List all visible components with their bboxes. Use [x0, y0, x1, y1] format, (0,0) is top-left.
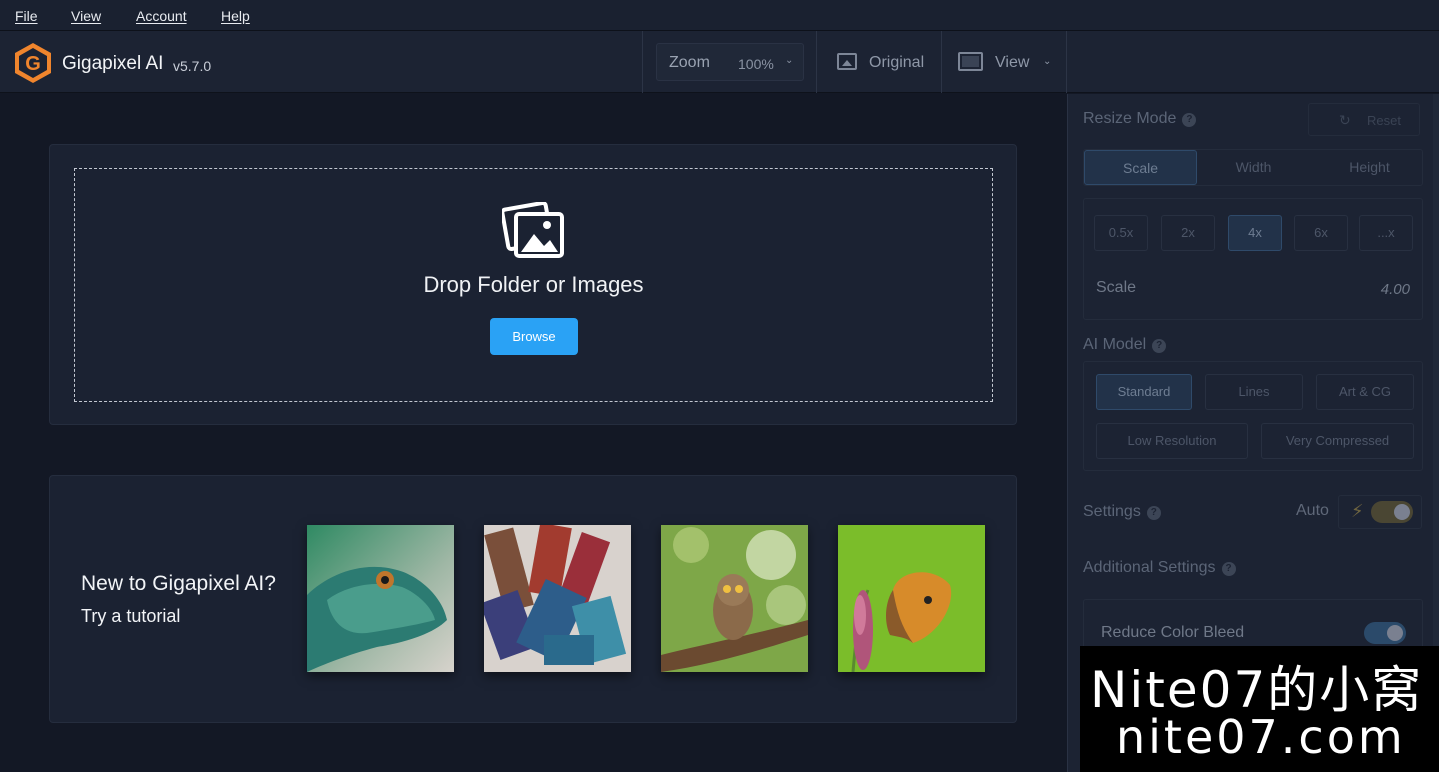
help-icon[interactable]: ? [1146, 506, 1161, 520]
app-header: G Gigapixel AI v5.7.0 Zoom 100% ⌄ Origin… [0, 31, 1439, 93]
scale-chip-2x[interactable]: 2x [1161, 215, 1215, 251]
model-lines[interactable]: Lines [1205, 374, 1303, 410]
tutorial-thumb-butterfly[interactable] [838, 525, 985, 672]
menu-bar: File View Account Help [0, 0, 1439, 31]
help-icon[interactable]: ? [1182, 113, 1197, 127]
tutorial-thumb-owl[interactable] [661, 525, 808, 672]
resize-mode-title: Resize Mode? [1083, 110, 1197, 128]
tutorial-thumb-lizard[interactable] [307, 525, 454, 672]
reset-button[interactable]: ↻ Reset [1308, 103, 1420, 136]
image-icon [837, 53, 857, 70]
tutorial-title: New to Gigapixel AI? [81, 572, 276, 595]
tutorial-card: New to Gigapixel AI? Try a tutorial [49, 475, 1017, 723]
scale-chip-custom[interactable]: ...x [1359, 215, 1413, 251]
model-art-cg[interactable]: Art & CG [1316, 374, 1414, 410]
watermark-line2: nite07.com [1116, 710, 1406, 764]
menu-view[interactable]: View [71, 8, 101, 24]
zoom-label: Zoom [669, 54, 710, 71]
auto-settings-control: ⚡ [1338, 495, 1422, 529]
model-low-resolution[interactable]: Low Resolution [1096, 423, 1248, 459]
scale-chip-4x[interactable]: 4x [1228, 215, 1282, 251]
menu-help[interactable]: Help [221, 8, 250, 24]
zoom-dropdown[interactable]: Zoom 100% ⌄ [656, 43, 804, 81]
mode-height[interactable]: Height [1313, 150, 1426, 185]
chevron-down-icon: ⌄ [1043, 56, 1052, 67]
drop-instructions: Drop Folder or Images [423, 272, 644, 297]
mode-scale[interactable]: Scale [1084, 150, 1197, 185]
auto-toggle[interactable] [1371, 501, 1413, 523]
additional-settings-title: Additional Settings? [1083, 559, 1236, 577]
model-standard[interactable]: Standard [1096, 374, 1192, 410]
app-version: v5.7.0 [173, 58, 212, 74]
reduce-color-bleed-label: Reduce Color Bleed [1101, 624, 1245, 641]
header-divider [1066, 31, 1067, 93]
scale-chip-6x[interactable]: 6x [1294, 215, 1348, 251]
scale-label: Scale [1096, 279, 1137, 296]
reset-label: Reset [1367, 113, 1401, 128]
ai-model-box: Standard Lines Art & CG Low Resolution V… [1083, 361, 1423, 471]
scale-chip-0-5x[interactable]: 0.5x [1094, 215, 1148, 251]
zoom-value: 100% [738, 56, 774, 72]
original-label: Original [869, 54, 925, 71]
images-icon [502, 202, 564, 258]
gigapixel-logo-icon: G [15, 43, 51, 83]
reduce-color-bleed-toggle[interactable] [1364, 622, 1406, 644]
model-very-compressed[interactable]: Very Compressed [1261, 423, 1414, 459]
tutorial-thumb-paint-brushes[interactable] [484, 525, 631, 672]
help-icon[interactable]: ? [1221, 562, 1236, 576]
scale-options-box: 0.5x 2x 4x 6x ...x Scale 4.00 [1083, 198, 1423, 320]
app-title: Gigapixel AI [62, 53, 164, 74]
chevron-down-icon: ⌄ [785, 55, 794, 66]
header-divider [941, 31, 942, 93]
help-icon[interactable]: ? [1152, 339, 1167, 353]
auto-label: Auto [1296, 502, 1329, 519]
logo-letter: G [25, 53, 41, 75]
settings-title: Settings? [1083, 503, 1161, 521]
lightning-icon: ⚡ [1351, 501, 1364, 521]
tutorial-subtitle: Try a tutorial [81, 606, 181, 626]
resize-mode-segment: Scale Width Height [1083, 149, 1423, 186]
drop-zone[interactable]: Drop Folder or Images Browse [74, 168, 993, 402]
drop-card: Drop Folder or Images Browse [49, 144, 1017, 425]
browse-button[interactable]: Browse [490, 318, 578, 355]
view-mode-icon [958, 52, 983, 71]
menu-account[interactable]: Account [136, 8, 187, 24]
ai-model-title: AI Model? [1083, 336, 1167, 354]
header-divider [816, 31, 817, 93]
mode-width[interactable]: Width [1197, 150, 1310, 185]
menu-file[interactable]: File [15, 8, 38, 24]
scale-value[interactable]: 4.00 [1381, 281, 1410, 298]
reset-icon: ↻ [1339, 112, 1351, 128]
header-divider [642, 31, 643, 93]
watermark: Nite07的小窝 nite07.com [1080, 646, 1439, 772]
view-label: View [995, 54, 1030, 71]
